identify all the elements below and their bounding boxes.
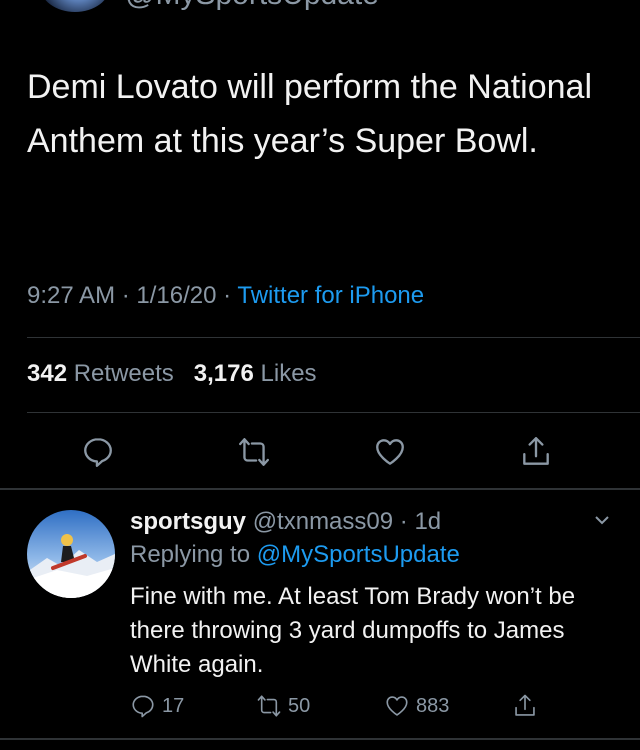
retweet-count: 50: [288, 694, 311, 717]
tweet-meta: 9:27 AM · 1/16/20 · Twitter for iPhone: [27, 282, 424, 310]
tweet-source-link[interactable]: Twitter for iPhone: [237, 282, 424, 309]
retweet-icon: [257, 695, 281, 717]
like-count: 883: [416, 694, 450, 717]
reply-button[interactable]: [76, 430, 120, 474]
retweets-label: Retweets: [73, 360, 174, 387]
reply-count: 17: [162, 694, 185, 717]
share-button[interactable]: [514, 430, 558, 474]
retweets-count: 342: [27, 360, 68, 387]
reply-tweet[interactable]: sportsguy @txnmass09 · 1d Replying to @M…: [0, 500, 640, 740]
replying-to: Replying to @MySportsUpdate: [130, 538, 620, 572]
reply-reply-button[interactable]: 17: [130, 688, 184, 724]
divider: [27, 337, 640, 338]
likes-label: Likes: [260, 360, 317, 387]
heart-icon: [376, 439, 404, 465]
likes-stat[interactable]: 3,176 Likes: [194, 360, 317, 387]
reply-icon: [84, 438, 112, 467]
share-icon: [523, 437, 549, 465]
tweet-date: 1/16/20: [136, 282, 217, 309]
meta-separator: ·: [115, 282, 137, 309]
retweet-button[interactable]: [232, 430, 276, 474]
tweet-text: Demi Lovato will perform the National An…: [27, 68, 593, 160]
more-options-button[interactable]: [592, 510, 612, 530]
reply-actions: 17 50 883: [0, 688, 640, 724]
retweets-stat[interactable]: 342 Retweets: [27, 360, 174, 387]
divider: [0, 738, 640, 740]
share-icon: [515, 694, 535, 716]
chevron-down-icon: [595, 516, 609, 525]
replying-prefix: Replying to: [130, 541, 257, 568]
reply-avatar[interactable]: [27, 510, 115, 598]
tweet-time: 9:27 AM: [27, 282, 116, 309]
reply-text: Fine with me. At least Tom Brady won’t b…: [130, 583, 576, 678]
reply-separator: ·: [393, 508, 415, 535]
divider: [0, 488, 640, 490]
reply-age: 1d: [414, 508, 442, 535]
reply-handle[interactable]: @txnmass09: [253, 508, 393, 535]
reply-body: sportsguy @txnmass09 · 1d Replying to @M…: [130, 506, 620, 682]
reply-like-button[interactable]: 883: [384, 688, 449, 724]
reply-header: sportsguy @txnmass09 · 1d: [130, 506, 620, 538]
heart-icon: [386, 696, 408, 716]
replying-mention-link[interactable]: @MySportsUpdate: [257, 541, 460, 568]
retweet-icon: [239, 438, 269, 466]
reply-icon: [132, 695, 154, 718]
author-avatar[interactable]: [40, 0, 110, 12]
meta-separator: ·: [216, 282, 238, 309]
tweet-actions: [0, 430, 640, 474]
tweet-stats: 342 Retweets 3,176 Likes: [27, 360, 317, 388]
reply-share-button[interactable]: [512, 688, 538, 724]
reply-display-name[interactable]: sportsguy: [130, 508, 246, 535]
likes-count: 3,176: [193, 360, 254, 387]
reply-retweet-button[interactable]: 50: [256, 688, 310, 724]
like-button[interactable]: [368, 430, 412, 474]
author-handle[interactable]: @MySportsUpdate: [125, 0, 379, 12]
divider: [27, 412, 640, 413]
